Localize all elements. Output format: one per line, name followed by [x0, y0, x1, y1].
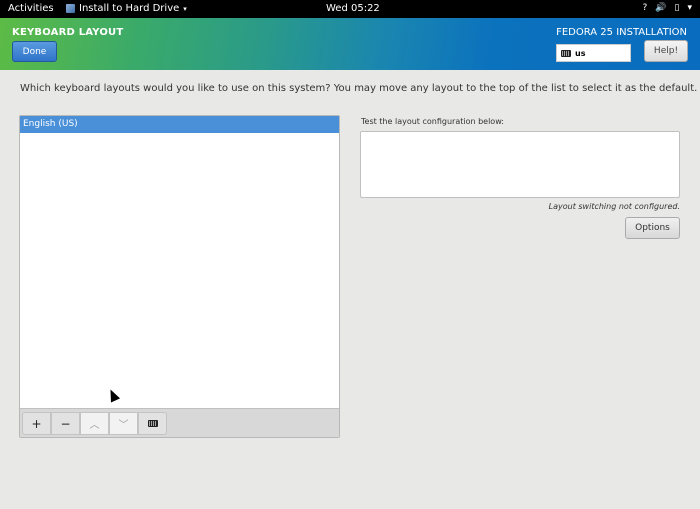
keyboard-layout-indicator[interactable]: us — [556, 44, 631, 62]
spoke-header: KEYBOARD LAYOUT Done FEDORA 25 INSTALLAT… — [0, 18, 700, 70]
add-layout-button[interactable]: + — [22, 412, 51, 435]
test-layout-label: Test the layout configuration below: — [361, 117, 504, 126]
system-menu-caret-icon: ▾ — [687, 3, 692, 13]
page-title: KEYBOARD LAYOUT — [12, 27, 124, 38]
move-down-button[interactable]: ﹀ — [109, 412, 138, 435]
done-button[interactable]: Done — [12, 41, 57, 62]
battery-icon: ▯ — [674, 3, 680, 13]
options-button[interactable]: Options — [625, 217, 680, 239]
help-button[interactable]: Help! — [644, 40, 688, 62]
volume-icon: 🔊 — [655, 3, 667, 13]
system-status-area[interactable]: ? 🔊 ▯ ▾ — [643, 3, 692, 13]
layout-list-toolbar: + − ︿ ﹀ — [20, 408, 339, 437]
keyboard-layout-code: us — [575, 48, 586, 58]
product-title: FEDORA 25 INSTALLATION — [556, 27, 687, 38]
activities-button[interactable]: Activities — [8, 3, 54, 14]
preview-layout-button[interactable] — [138, 412, 167, 435]
remove-layout-button[interactable]: − — [51, 412, 80, 435]
clock[interactable]: Wed 05:22 — [326, 3, 380, 14]
keyboard-icon — [561, 49, 571, 57]
layout-list-item[interactable]: English (US) — [20, 116, 339, 133]
keyboard-icon — [147, 420, 158, 427]
app-menu-label: Install to Hard Drive — [79, 3, 180, 14]
test-layout-input[interactable] — [360, 131, 680, 198]
move-up-button[interactable]: ︿ — [80, 412, 109, 435]
chevron-down-icon: ▾ — [183, 4, 187, 13]
layout-switching-status: Layout switching not configured. — [548, 202, 680, 211]
app-menu[interactable]: Install to Hard Drive ▾ — [66, 3, 187, 14]
instruction-text: Which keyboard layouts would you like to… — [20, 83, 698, 94]
top-bar: Activities Install to Hard Drive ▾ Wed 0… — [0, 0, 700, 18]
network-icon: ? — [642, 3, 648, 13]
layout-list[interactable]: English (US) + − ︿ ﹀ — [19, 115, 340, 438]
installer-icon — [66, 4, 75, 13]
